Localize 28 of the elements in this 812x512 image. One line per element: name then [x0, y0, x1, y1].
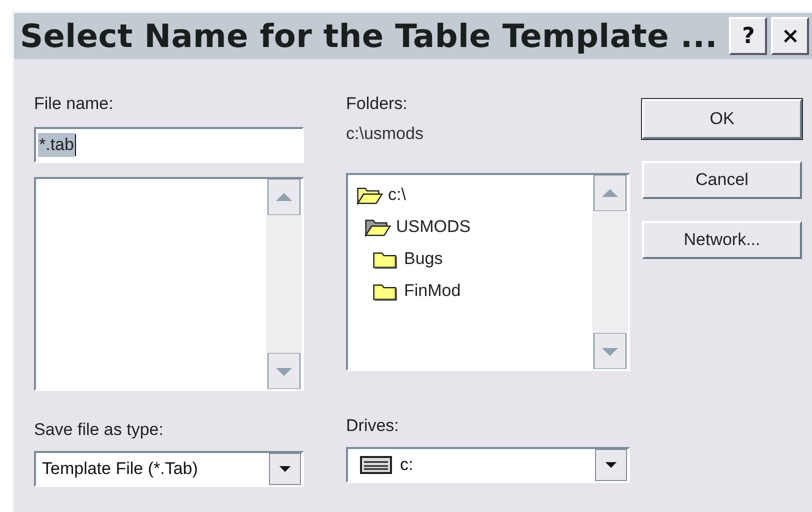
scroll-down-icon[interactable]: [592, 333, 628, 369]
folder-item[interactable]: USMODS: [348, 211, 592, 243]
help-button[interactable]: ?: [729, 17, 768, 55]
drives-dropdown[interactable]: c:: [346, 447, 630, 483]
close-button[interactable]: ×: [771, 17, 810, 55]
field-label: Save file as type:: [34, 419, 164, 441]
window-title: Select Name for the Table Template ...: [20, 17, 718, 55]
field-value: *.tab: [38, 133, 75, 157]
ok-button[interactable]: OK: [642, 99, 802, 139]
scroll-up-icon[interactable]: [266, 179, 302, 215]
cancel-button[interactable]: Cancel: [642, 161, 802, 199]
file-type-dropdown[interactable]: Template File (*.Tab): [34, 451, 304, 487]
file-name-field[interactable]: *.tab: [34, 127, 304, 163]
drive-icon: [360, 456, 392, 474]
scrollbar[interactable]: [266, 179, 302, 389]
current-path: c:\usmods: [346, 123, 424, 145]
file-list[interactable]: [34, 177, 304, 391]
folder-item[interactable]: Bugs: [348, 243, 592, 275]
field-label: Folders:: [346, 93, 408, 115]
folder-item[interactable]: FinMod: [348, 275, 592, 307]
scroll-down-icon[interactable]: [266, 353, 302, 389]
field-label: Drives:: [346, 415, 400, 437]
field-label: File name:: [34, 93, 114, 115]
scrollbar[interactable]: [592, 175, 628, 369]
scroll-up-icon[interactable]: [592, 175, 628, 211]
folder-list[interactable]: c:\ USMODS Bugs FinMod: [346, 173, 630, 371]
network-button[interactable]: Network...: [642, 221, 802, 259]
folder-item[interactable]: c:\: [348, 179, 592, 211]
